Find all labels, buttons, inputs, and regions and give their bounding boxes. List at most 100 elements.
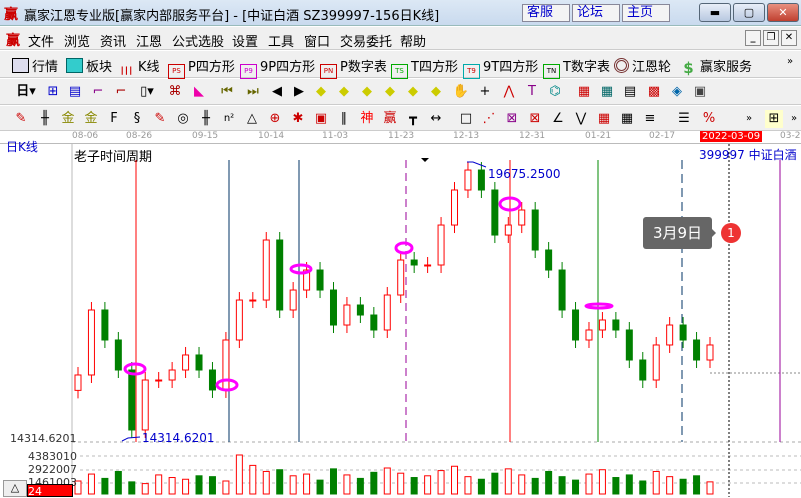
- volume-profile-icon[interactable]: ◣: [190, 83, 208, 101]
- volume-bar: [101, 477, 109, 495]
- menu-tools[interactable]: 工具: [268, 31, 294, 50]
- volume-bar: [182, 478, 190, 495]
- text-icon[interactable]: T: [523, 83, 541, 101]
- link-service[interactable]: 客服: [522, 4, 570, 22]
- web-icon[interactable]: ✱: [289, 110, 307, 128]
- hand-icon[interactable]: ✋: [452, 83, 470, 101]
- god-icon[interactable]: 神: [358, 110, 376, 128]
- link-forum[interactable]: 论坛: [572, 4, 620, 22]
- maximize-button[interactable]: ▢: [733, 3, 765, 22]
- fan-box2-icon[interactable]: ⊠: [526, 110, 544, 128]
- line-icon[interactable]: ⋀: [500, 83, 518, 101]
- step9-icon[interactable]: ⌐: [112, 83, 130, 101]
- mdi-close-button[interactable]: ✕: [781, 30, 797, 46]
- printer-icon[interactable]: ▣: [691, 83, 709, 101]
- triangle-icon[interactable]: △: [243, 110, 261, 128]
- calculator-icon[interactable]: ▦: [598, 83, 616, 101]
- gold2-icon[interactable]: 金: [82, 110, 100, 128]
- win-icon[interactable]: 赢: [381, 110, 399, 128]
- toolbar-gann-wheel[interactable]: 江恩轮: [614, 56, 671, 75]
- gold-icon[interactable]: 金: [59, 110, 77, 128]
- fan-icon[interactable]: ⋰: [480, 110, 498, 128]
- toolbar-service[interactable]: $ 赢家服务: [680, 56, 752, 77]
- pattern-icon[interactable]: ⌬: [546, 83, 564, 101]
- mdi-minimize-button[interactable]: _: [745, 30, 761, 46]
- toolbar-quotes[interactable]: 行情: [12, 56, 58, 75]
- overlay-icon[interactable]: ⊞: [44, 83, 62, 101]
- minimize-button[interactable]: ▬: [699, 3, 731, 22]
- toolbar-9t-square[interactable]: T9 9T四方形: [463, 56, 538, 79]
- toolbar-t-table[interactable]: TN T数字表: [543, 56, 610, 79]
- map-icon[interactable]: ⌘: [166, 83, 184, 101]
- ruler-icon[interactable]: ┳: [404, 110, 422, 128]
- period-select[interactable]: 日▾: [12, 83, 40, 101]
- notification-badge[interactable]: 1: [721, 223, 741, 243]
- more-chevron-icon[interactable]: »: [785, 110, 801, 128]
- grid-toggle-icon[interactable]: ⊞: [765, 110, 783, 128]
- pen2-icon[interactable]: ✎: [151, 110, 169, 128]
- expand-icon[interactable]: ◆: [358, 83, 376, 101]
- candle-type-icon[interactable]: ▯▾: [138, 83, 156, 101]
- n2-icon[interactable]: n²: [220, 110, 238, 128]
- menu-file[interactable]: 文件: [28, 31, 54, 50]
- mdi-restore-button[interactable]: ❐: [763, 30, 779, 46]
- toolbar-sectors[interactable]: 板块: [66, 56, 112, 75]
- parallel-icon[interactable]: ╫: [36, 110, 54, 128]
- parallel-lines-icon[interactable]: ≡: [641, 110, 659, 128]
- move-left-icon[interactable]: ◆: [312, 83, 330, 101]
- circle-icon[interactable]: ◎: [174, 110, 192, 128]
- name: 中证白酒: [748, 148, 797, 162]
- menu-window[interactable]: 窗口: [304, 31, 330, 50]
- grid-square-icon[interactable]: ▦: [595, 110, 613, 128]
- box-icon[interactable]: □: [457, 110, 475, 128]
- menu-gann[interactable]: 江恩: [136, 31, 162, 50]
- target-icon[interactable]: ⊕: [266, 110, 284, 128]
- toolbar-t-square[interactable]: TS T四方形: [391, 56, 458, 79]
- menu-settings[interactable]: 设置: [232, 31, 258, 50]
- menu-help[interactable]: 帮助: [400, 31, 426, 50]
- shrink-icon[interactable]: ◆: [381, 83, 399, 101]
- menu-formula[interactable]: 公式选股: [172, 31, 224, 50]
- angle-fan-icon[interactable]: ∠: [549, 110, 567, 128]
- fan-box-icon[interactable]: ⊠: [503, 110, 521, 128]
- menu-info[interactable]: 资讯: [100, 31, 126, 50]
- pen-icon[interactable]: ✎: [12, 110, 30, 128]
- square-web-icon[interactable]: ▣: [312, 110, 330, 128]
- measure-icon[interactable]: ↔: [427, 110, 445, 128]
- lines-icon[interactable]: ╫: [197, 110, 215, 128]
- percent-icon[interactable]: %: [700, 110, 718, 128]
- step3-icon[interactable]: ⌐: [89, 83, 107, 101]
- crosshair-icon[interactable]: +: [476, 83, 494, 101]
- toolbar-p-table[interactable]: PN P数字表: [320, 56, 387, 79]
- close-button[interactable]: ✕: [767, 3, 799, 22]
- next-icon[interactable]: ▶: [290, 83, 308, 101]
- clipboard-icon[interactable]: ▤: [66, 83, 84, 101]
- prev-icon[interactable]: ◀: [268, 83, 286, 101]
- first-icon[interactable]: ⏮: [218, 83, 236, 101]
- menu-browse[interactable]: 浏览: [64, 31, 90, 50]
- save-icon[interactable]: ▩: [645, 83, 663, 101]
- calendar-icon[interactable]: ▦: [575, 83, 593, 101]
- title-bar: 赢 赢家江恩专业版[赢家内部服务平台] - [中证白酒 SZ399997-156…: [0, 0, 801, 26]
- zoom-in-icon[interactable]: ◆: [404, 83, 422, 101]
- toolbar-kline[interactable]: ┃┃┃ K线: [118, 56, 159, 80]
- list-icon[interactable]: ☰: [675, 110, 693, 128]
- last-icon[interactable]: ⏭: [244, 83, 262, 101]
- collapse-button[interactable]: △: [3, 480, 27, 497]
- more-chevron-icon[interactable]: »: [740, 110, 758, 128]
- menu-trade[interactable]: 交易委托: [340, 31, 392, 50]
- move-right-icon[interactable]: ◆: [335, 83, 353, 101]
- notes-icon[interactable]: ▤: [621, 83, 639, 101]
- toolbar-p-square[interactable]: PS P四方形: [168, 56, 235, 79]
- more-chevron-icon[interactable]: »: [787, 56, 793, 67]
- link-home[interactable]: 主页: [622, 4, 670, 22]
- angle-icon[interactable]: ∥: [335, 110, 353, 128]
- network-icon[interactable]: ◈: [668, 83, 686, 101]
- fib-icon[interactable]: F: [105, 110, 123, 128]
- toolbar-9p-square[interactable]: P9 9P四方形: [240, 56, 315, 79]
- wave-icon[interactable]: ⋁: [572, 110, 590, 128]
- grid-square2-icon[interactable]: ▦: [618, 110, 636, 128]
- cycle-markers: [123, 196, 614, 392]
- spiral-icon[interactable]: §: [128, 110, 146, 128]
- zoom-out-icon[interactable]: ◆: [427, 83, 445, 101]
